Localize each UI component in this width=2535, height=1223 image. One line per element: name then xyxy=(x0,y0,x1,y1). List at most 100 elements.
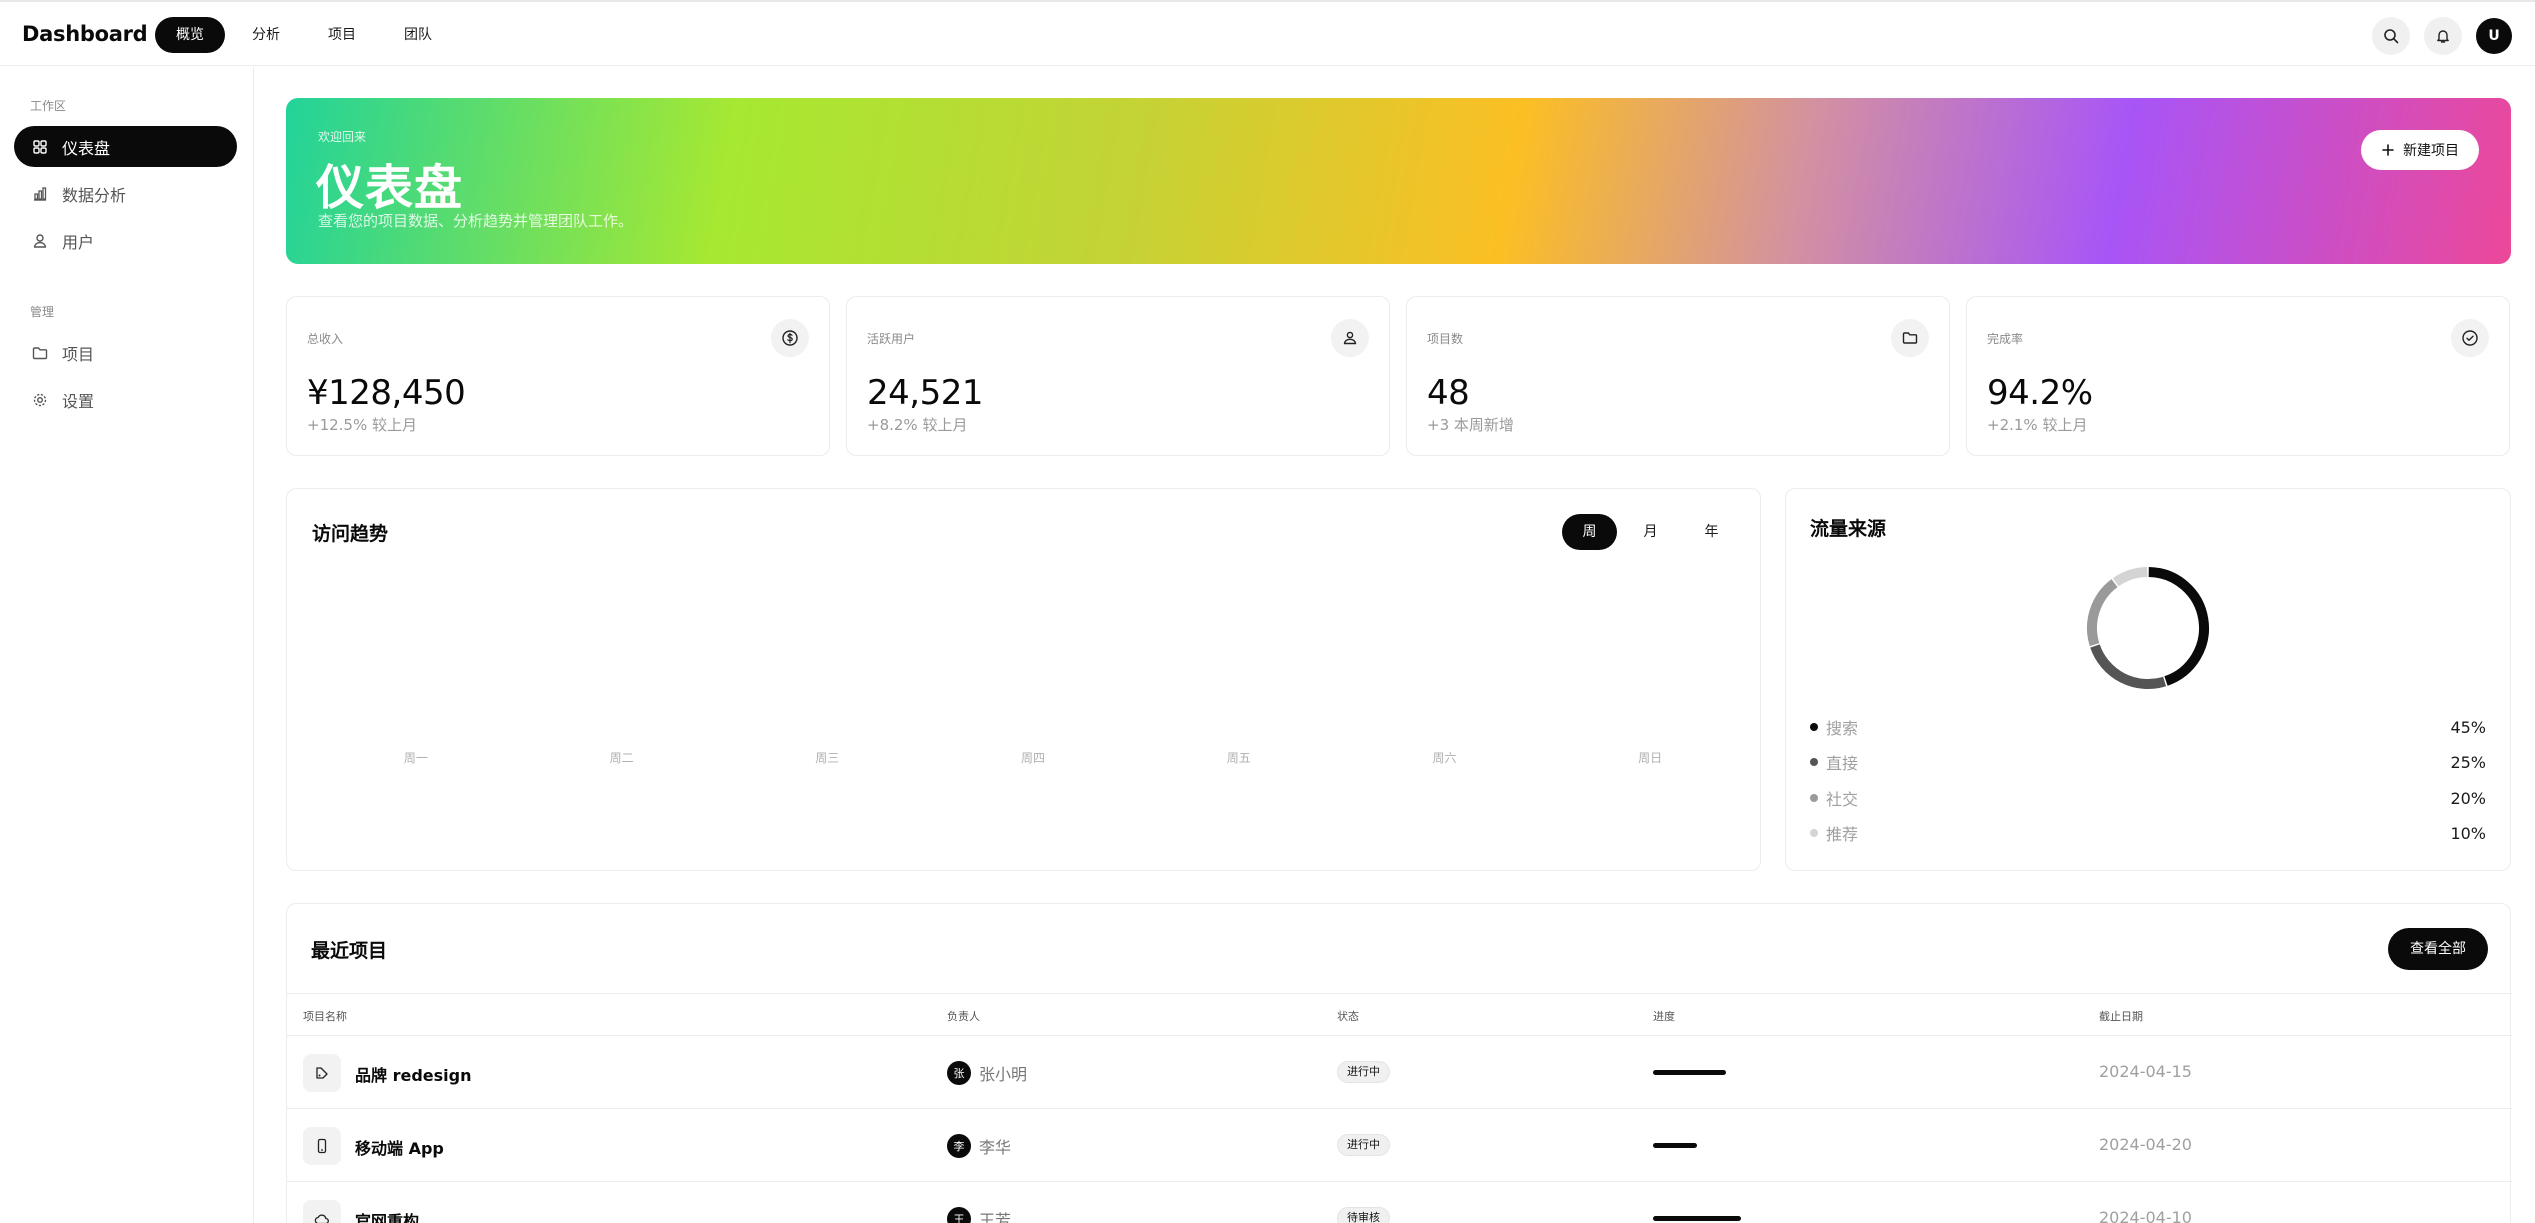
status-badge: 进行中 xyxy=(1337,1061,1390,1083)
x-tick-label: 周二 xyxy=(609,751,634,765)
stat-change: +3 本周新增 xyxy=(1427,414,1514,435)
brand-title: Dashboard xyxy=(22,22,148,46)
legend-item-direct: 直接 25% xyxy=(1810,750,2486,774)
page-subtitle: 查看您的项目数据、分析趋势并管理团队工作。 xyxy=(318,212,634,230)
column-header: 负责人 xyxy=(947,1010,980,1023)
legend-value: 20% xyxy=(2450,788,2486,808)
tab-analytics[interactable]: 分析 xyxy=(231,17,301,53)
currency-icon xyxy=(771,319,809,357)
stat-change: +8.2% 较上月 xyxy=(867,414,967,435)
tab-overview[interactable]: 概览 xyxy=(155,17,225,53)
stat-change-value: +8.2% xyxy=(867,416,918,434)
legend-dot xyxy=(1810,723,1818,731)
donut-segment-3 xyxy=(2112,567,2148,587)
project-name[interactable]: 品牌 redesign xyxy=(355,1062,471,1086)
legend-item-search: 搜索 45% xyxy=(1810,715,2486,739)
tab-team[interactable]: 团队 xyxy=(383,17,453,53)
top-bar: Dashboard 概览 分析 项目 团队 U xyxy=(0,0,2535,66)
notifications-button[interactable] xyxy=(2424,17,2462,55)
stat-card-projects: 项目数 48 +3 本周新增 xyxy=(1406,296,1950,456)
legend-dot xyxy=(1810,758,1818,766)
sidebar-item-users[interactable]: 用户 xyxy=(14,220,237,261)
recent-projects-card: 最近项目 查看全部 项目名称 负责人 状态 进度 截止日期 品牌 redesig… xyxy=(286,903,2512,1223)
x-tick-label: 周日 xyxy=(1638,751,1663,765)
search-button[interactable] xyxy=(2372,17,2410,55)
view-all-button[interactable]: 查看全部 xyxy=(2388,928,2488,970)
welcome-text: 欢迎回来 xyxy=(318,130,367,144)
legend-dot xyxy=(1810,794,1818,802)
sidebar-item-analytics[interactable]: 数据分析 xyxy=(14,173,237,214)
donut-segment-1 xyxy=(2090,644,2167,689)
x-tick-label: 周五 xyxy=(1226,751,1251,765)
stat-change-period: 较上月 xyxy=(2042,416,2088,434)
range-week-button[interactable]: 周 xyxy=(1562,514,1617,550)
stat-value: 94.2% xyxy=(1987,373,2093,413)
range-month-button[interactable]: 月 xyxy=(1623,514,1678,550)
x-tick-label: 周一 xyxy=(403,751,428,765)
gear-icon xyxy=(33,393,47,406)
search-icon xyxy=(2384,29,2399,44)
legend-value: 25% xyxy=(2450,752,2486,772)
project-name[interactable]: 官网重构 xyxy=(355,1208,419,1223)
stat-card-active-users: 活跃用户 24,521 +8.2% 较上月 xyxy=(846,296,1390,456)
table-row[interactable]: 移动端 App 李 李华 进行中 2024-04-20 xyxy=(287,1109,2512,1182)
legend-item-social: 社交 20% xyxy=(1810,786,2486,810)
column-header: 状态 xyxy=(1337,1010,1359,1023)
sidebar-group-manage: 管理 xyxy=(30,305,55,319)
cloud-icon xyxy=(303,1200,341,1223)
legend-value: 45% xyxy=(2450,717,2486,737)
sidebar-item-label: 用户 xyxy=(62,232,95,252)
owner-name: 张小明 xyxy=(979,1065,1028,1084)
user-icon xyxy=(1331,319,1369,357)
sidebar: 工作区 仪表盘 数据分析 用户 管理 项目 设置 xyxy=(0,67,254,1223)
stat-change-value: +12.5% xyxy=(307,416,368,434)
project-owner: 王 王芳 xyxy=(947,1207,1011,1223)
traffic-title: 流量来源 xyxy=(1810,518,1887,540)
legend-name: 直接 xyxy=(1826,754,1859,773)
projects-title: 最近项目 xyxy=(311,940,388,962)
stat-card-revenue: 总收入 ¥128,450 +12.5% 较上月 xyxy=(286,296,830,456)
stat-change-value: +3 xyxy=(1427,416,1450,434)
top-nav: 概览 分析 项目 团队 xyxy=(155,17,453,53)
due-date: 2024-04-20 xyxy=(2099,1135,2192,1154)
column-header: 项目名称 xyxy=(303,1010,347,1023)
sidebar-item-projects[interactable]: 项目 xyxy=(14,332,237,373)
x-tick-label: 周三 xyxy=(815,751,840,765)
range-year-button[interactable]: 年 xyxy=(1684,514,1739,550)
column-header: 截止日期 xyxy=(2099,1010,2143,1023)
traffic-donut-chart xyxy=(2087,567,2209,689)
sidebar-item-settings[interactable]: 设置 xyxy=(14,379,237,420)
status-badge: 进行中 xyxy=(1337,1134,1390,1156)
stat-label: 完成率 xyxy=(1987,332,2024,346)
user-avatar[interactable]: U xyxy=(2476,18,2512,54)
sidebar-group-workspace: 工作区 xyxy=(30,99,67,113)
progress-bar xyxy=(1653,1216,1741,1221)
table-header: 项目名称 负责人 状态 进度 截止日期 xyxy=(287,993,2512,1036)
table-row[interactable]: 官网重构 王 王芳 待审核 2024-04-10 xyxy=(287,1182,2512,1223)
stat-value: 24,521 xyxy=(867,373,983,413)
sidebar-item-dashboard[interactable]: 仪表盘 xyxy=(14,126,237,167)
sidebar-item-label: 仪表盘 xyxy=(62,138,111,158)
new-project-button[interactable]: 新建项目 xyxy=(2361,130,2479,170)
traffic-sources-card: 流量来源 搜索 45% 直接 25% 社交 20% 推荐 10% xyxy=(1785,488,2511,871)
tab-projects[interactable]: 项目 xyxy=(307,17,377,53)
avatar: 李 xyxy=(947,1134,971,1158)
legend-item-referral: 推荐 10% xyxy=(1810,821,2486,845)
new-project-label: 新建项目 xyxy=(2403,143,2459,159)
project-owner: 张 张小明 xyxy=(947,1061,1027,1085)
visits-trend-card: 访问趋势 周 月 年 周一 周二 周三 周四 周五 周六 周日 xyxy=(286,488,1761,871)
stat-label: 总收入 xyxy=(307,332,344,346)
legend-value: 10% xyxy=(2450,823,2486,843)
legend-name: 搜索 xyxy=(1826,719,1859,738)
bar-chart-icon xyxy=(34,186,47,201)
column-header: 进度 xyxy=(1653,1010,1675,1023)
page-title: 仪表盘 xyxy=(316,160,464,216)
stat-change-value: +2.1% xyxy=(1987,416,2038,434)
due-date: 2024-04-15 xyxy=(2099,1062,2192,1081)
phone-icon xyxy=(303,1127,341,1165)
owner-name: 李华 xyxy=(979,1138,1012,1157)
donut-segment-2 xyxy=(2087,579,2118,647)
table-row[interactable]: 品牌 redesign 张 张小明 进行中 2024-04-15 xyxy=(287,1036,2512,1109)
project-name[interactable]: 移动端 App xyxy=(355,1135,444,1159)
plus-icon xyxy=(2382,144,2394,156)
